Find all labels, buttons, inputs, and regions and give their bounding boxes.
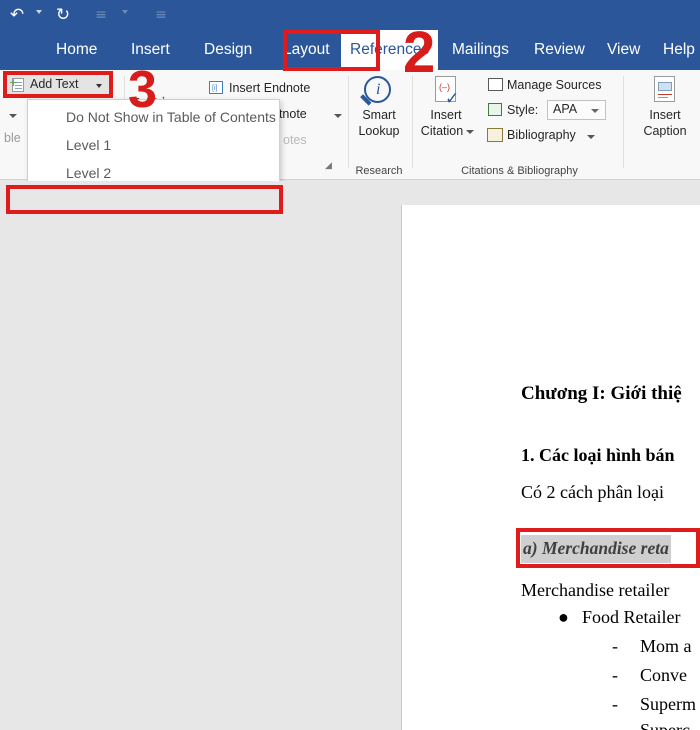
group-divider bbox=[623, 76, 624, 168]
smart-lookup-label-line1[interactable]: Smart bbox=[355, 107, 403, 123]
customize-quick-access-toolbar-icon[interactable]: ≡ bbox=[150, 2, 172, 28]
style-icon bbox=[488, 103, 502, 116]
insert-caption-icon[interactable] bbox=[654, 76, 675, 102]
style-label: Style: bbox=[507, 103, 539, 117]
tab-help[interactable]: Help bbox=[654, 30, 700, 70]
document-dash-convenience: Conve bbox=[640, 665, 687, 685]
insert-endnote-icon[interactable]: [i] bbox=[209, 81, 223, 94]
document-dash-mom-and-pop: Mom a bbox=[640, 636, 692, 656]
menu-item-level-1[interactable]: Level 1 bbox=[28, 131, 281, 159]
document-page[interactable]: Chương I: Giới thiệ 1. Các loại hình bán… bbox=[401, 205, 700, 730]
smart-lookup-icon[interactable]: i bbox=[360, 76, 391, 106]
document-dash-glyph: - bbox=[612, 694, 618, 714]
document-body-line-2: Merchandise retailer bbox=[521, 580, 670, 600]
document-chapter-heading: Chương I: Giới thiệ bbox=[521, 383, 682, 404]
update-table-label[interactable]: ble bbox=[4, 130, 21, 147]
smart-lookup-label-line2[interactable]: Lookup bbox=[355, 123, 403, 139]
style-select-value: APA bbox=[553, 102, 578, 116]
document-canvas: Chương I: Giới thiệ 1. Các loại hình bán… bbox=[0, 205, 700, 730]
annotation-box-add-text-button bbox=[3, 71, 113, 98]
document-dash-supercenter: Superc bbox=[640, 720, 690, 730]
style-chevron-down-icon[interactable] bbox=[591, 109, 599, 113]
insert-endnote-label[interactable]: Insert Endnote bbox=[229, 80, 310, 97]
show-notes-label: otes bbox=[283, 133, 307, 147]
footnotes-dialog-launcher-icon[interactable]: ◢ bbox=[325, 161, 332, 171]
research-group-label: Research bbox=[355, 165, 403, 177]
document-dash-glyph: - bbox=[612, 665, 618, 685]
annotation-box-level-3 bbox=[6, 185, 283, 214]
bibliography-label[interactable]: Bibliography bbox=[507, 127, 576, 144]
tab-review[interactable]: Review bbox=[525, 30, 594, 70]
insert-caption-label-line2[interactable]: Caption bbox=[640, 123, 690, 139]
document-bullet-glyph: ● bbox=[558, 607, 569, 627]
document-body-paragraph: Có 2 cách phân loại bbox=[521, 482, 664, 502]
insert-caption-label-line1[interactable]: Insert bbox=[640, 107, 690, 123]
document-dash-glyph: - bbox=[612, 720, 618, 730]
group-divider bbox=[412, 76, 413, 168]
touch-mouse-mode-icon[interactable]: ≡ bbox=[90, 2, 112, 28]
annotation-box-references-tab bbox=[283, 30, 380, 71]
insert-citation-chevron-down-icon[interactable] bbox=[466, 130, 474, 134]
undo-icon[interactable]: ↶ bbox=[6, 2, 28, 28]
word-application-window: ↶ ↻ ≡ ≡ Home Insert Design Layout Refere… bbox=[0, 0, 700, 730]
bibliography-chevron-down-icon[interactable] bbox=[587, 135, 595, 139]
style-select[interactable]: APA bbox=[547, 100, 606, 120]
touch-mode-caret-icon[interactable] bbox=[122, 10, 128, 14]
document-section-heading: 1. Các loại hình bán bbox=[521, 445, 675, 465]
citations-group-label: Citations & Bibliography bbox=[461, 165, 578, 177]
tab-home[interactable]: Home bbox=[47, 30, 106, 70]
undo-dropdown-caret-icon[interactable] bbox=[36, 10, 42, 14]
document-dash-glyph: - bbox=[612, 636, 618, 656]
table-of-contents-chevron-down-icon[interactable] bbox=[9, 114, 17, 118]
tab-mailings[interactable]: Mailings bbox=[443, 30, 518, 70]
tab-design[interactable]: Design bbox=[195, 30, 261, 70]
manage-sources-icon[interactable] bbox=[488, 78, 503, 91]
insert-citation-label-line2[interactable]: Citation bbox=[418, 123, 466, 139]
bibliography-icon[interactable] bbox=[487, 128, 503, 142]
group-divider bbox=[348, 76, 349, 168]
annotation-box-document-heading bbox=[516, 528, 700, 568]
document-bullet-food-retailers: Food Retailer bbox=[582, 607, 681, 627]
insert-citation-label-line1[interactable]: Insert bbox=[422, 107, 470, 123]
insert-citation-icon[interactable]: (–) ✓ bbox=[435, 76, 459, 109]
manage-sources-label[interactable]: Manage Sources bbox=[507, 77, 602, 94]
tab-view[interactable]: View bbox=[598, 30, 649, 70]
annotation-number-3: 3 bbox=[128, 61, 157, 119]
document-dash-supermarket: Superm bbox=[640, 694, 696, 714]
next-footnote-chevron-down-icon[interactable] bbox=[334, 114, 342, 118]
annotation-number-2: 2 bbox=[403, 20, 436, 85]
redo-icon[interactable]: ↻ bbox=[52, 2, 74, 28]
quick-access-toolbar: ↶ ↻ ≡ ≡ bbox=[0, 0, 700, 30]
